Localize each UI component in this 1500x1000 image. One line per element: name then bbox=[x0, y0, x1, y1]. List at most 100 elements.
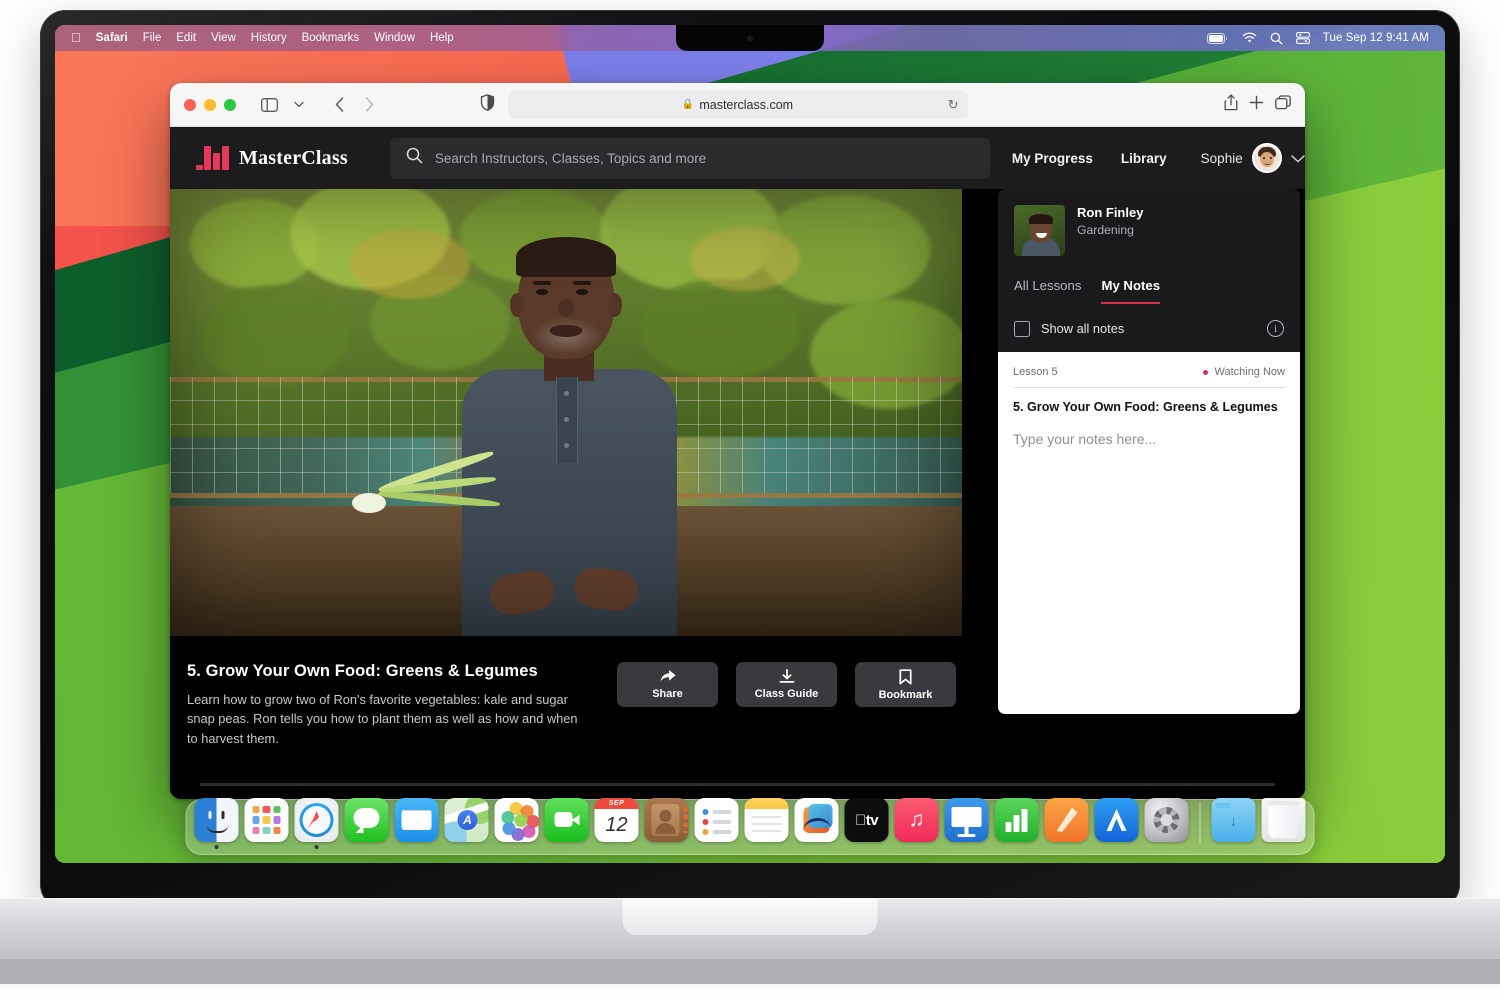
window-controls bbox=[184, 99, 236, 111]
lesson-title: 5. Grow Your Own Food: Greens & Legumes bbox=[187, 662, 587, 681]
minimize-button[interactable] bbox=[204, 99, 216, 111]
menubar-item-bookmarks[interactable]: Bookmarks bbox=[302, 32, 360, 44]
battery-icon[interactable] bbox=[1207, 33, 1229, 44]
keynote-icon bbox=[945, 798, 989, 842]
masterclass-page: MasterClass Search Instructors, Classes,… bbox=[170, 127, 1305, 799]
dock-item-music[interactable]: ♫ bbox=[895, 798, 939, 849]
dock-item-photos[interactable] bbox=[495, 798, 539, 849]
dock-item-downloads[interactable]: ↓ bbox=[1212, 798, 1256, 849]
note-editor[interactable]: Lesson 5 Watching Now 5. Grow Your Own F… bbox=[998, 352, 1300, 714]
menubar-item-history[interactable]: History bbox=[251, 32, 287, 44]
menubar-clock[interactable]: Tue Sep 12 9:41 AM bbox=[1323, 32, 1429, 44]
share-label: Share bbox=[652, 688, 683, 700]
site-nav: My Progress Library Sophie bbox=[1012, 143, 1305, 173]
menubar-item-safari[interactable]: Safari bbox=[96, 32, 128, 44]
bookmark-button[interactable]: Bookmark bbox=[855, 662, 956, 707]
downloads-folder-icon: ↓ bbox=[1212, 798, 1256, 842]
dock-item-apple-tv[interactable]: tv bbox=[845, 798, 889, 849]
dock-item-facetime[interactable] bbox=[545, 798, 589, 849]
horizontal-scrollbar[interactable] bbox=[200, 783, 1275, 786]
nav-item-my-progress[interactable]: My Progress bbox=[1012, 151, 1093, 166]
dock-item-calendar[interactable]: SEP 12 bbox=[595, 798, 639, 849]
forward-arrow-icon[interactable] bbox=[356, 93, 382, 117]
dock-item-numbers[interactable] bbox=[995, 798, 1039, 849]
maximize-button[interactable] bbox=[224, 99, 236, 111]
site-header: MasterClass Search Instructors, Classes,… bbox=[170, 127, 1305, 189]
dock-item-finder[interactable] bbox=[195, 798, 239, 849]
tab-all-lessons[interactable]: All Lessons bbox=[1014, 278, 1081, 304]
show-all-notes-checkbox[interactable] bbox=[1014, 321, 1030, 337]
dock-item-mail[interactable] bbox=[395, 798, 439, 849]
mail-icon bbox=[395, 798, 439, 842]
bookmark-icon bbox=[899, 669, 912, 685]
dock-item-reminders[interactable] bbox=[695, 798, 739, 849]
macos-dock: A bbox=[186, 799, 1315, 855]
instructor-header: Ron Finley Gardening bbox=[998, 189, 1300, 256]
address-bar[interactable]: 🔒 masterclass.com ↻ bbox=[508, 91, 968, 119]
lesson-info: 5. Grow Your Own Food: Greens & Legumes … bbox=[170, 636, 962, 748]
search-icon[interactable] bbox=[1270, 32, 1283, 45]
instructor-category: Gardening bbox=[1077, 223, 1143, 237]
masterclass-logo[interactable]: MasterClass bbox=[196, 146, 348, 170]
tab-overview-icon[interactable] bbox=[1275, 95, 1291, 115]
note-input-placeholder[interactable]: Type your notes here... bbox=[1013, 431, 1285, 447]
search-icon bbox=[406, 147, 423, 169]
sidebar-toggle-icon[interactable] bbox=[256, 93, 282, 117]
user-name: Sophie bbox=[1201, 151, 1243, 166]
laptop-screen:  Safari File Edit View History Bookmark… bbox=[55, 25, 1445, 863]
dock-item-pages[interactable] bbox=[1045, 798, 1089, 849]
page-body: 5. Grow Your Own Food: Greens & Legumes … bbox=[170, 189, 1305, 799]
tab-my-notes[interactable]: My Notes bbox=[1101, 278, 1160, 304]
avatar[interactable] bbox=[1252, 143, 1282, 173]
back-arrow-icon[interactable] bbox=[326, 93, 352, 117]
nav-item-library[interactable]: Library bbox=[1121, 151, 1167, 166]
system-settings-icon bbox=[1145, 798, 1189, 842]
launchpad-icon bbox=[245, 798, 289, 842]
dock-item-contacts[interactable] bbox=[645, 798, 689, 849]
dock-item-messages[interactable] bbox=[345, 798, 389, 849]
watching-now-badge: Watching Now bbox=[1203, 366, 1285, 378]
chevron-down-icon[interactable] bbox=[286, 93, 312, 117]
share-icon[interactable] bbox=[1224, 94, 1238, 116]
dock-item-trash[interactable] bbox=[1262, 798, 1306, 849]
chevron-down-icon[interactable] bbox=[1291, 151, 1305, 166]
dock-item-system-settings[interactable] bbox=[1145, 798, 1189, 849]
laptop-base-notch bbox=[623, 899, 878, 935]
music-icon: ♫ bbox=[895, 798, 939, 842]
safari-window: 🔒 masterclass.com ↻ bbox=[170, 83, 1305, 799]
screenshot-root:  Safari File Edit View History Bookmark… bbox=[0, 0, 1500, 1000]
menubar-item-edit[interactable]: Edit bbox=[176, 32, 196, 44]
user-menu[interactable]: Sophie bbox=[1201, 143, 1305, 173]
note-meta: Lesson 5 Watching Now bbox=[1013, 366, 1285, 388]
reload-icon[interactable]: ↻ bbox=[948, 97, 959, 113]
share-button[interactable]: Share bbox=[617, 662, 718, 707]
plus-icon[interactable] bbox=[1249, 95, 1264, 115]
control-center-icon[interactable] bbox=[1296, 32, 1310, 44]
dock-item-safari[interactable] bbox=[295, 798, 339, 849]
menubar-item-help[interactable]: Help bbox=[430, 32, 454, 44]
dock-item-maps[interactable]: A bbox=[445, 798, 489, 849]
dock-item-launchpad[interactable] bbox=[245, 798, 289, 849]
dock-item-app-store[interactable] bbox=[1095, 798, 1139, 849]
laptop-base bbox=[0, 898, 1500, 984]
dock-item-freeform[interactable] bbox=[795, 798, 839, 849]
search-input[interactable]: Search Instructors, Classes, Topics and … bbox=[390, 138, 990, 179]
menubar-item-view[interactable]: View bbox=[211, 32, 236, 44]
apple-logo-icon[interactable]:  bbox=[71, 31, 81, 44]
dock-item-notes[interactable] bbox=[745, 798, 789, 849]
privacy-shield-icon[interactable] bbox=[480, 94, 495, 116]
close-button[interactable] bbox=[184, 99, 196, 111]
finder-icon bbox=[195, 798, 239, 842]
menubar-item-file[interactable]: File bbox=[143, 32, 162, 44]
safari-toolbar: 🔒 masterclass.com ↻ bbox=[170, 83, 1305, 127]
lesson-video-player[interactable] bbox=[170, 189, 962, 636]
instructor-name: Ron Finley bbox=[1077, 205, 1143, 220]
menubar-item-window[interactable]: Window bbox=[374, 32, 415, 44]
info-icon[interactable]: i bbox=[1267, 320, 1284, 337]
class-guide-label: Class Guide bbox=[755, 688, 819, 700]
wifi-icon[interactable] bbox=[1242, 32, 1257, 44]
dock-item-keynote[interactable] bbox=[945, 798, 989, 849]
messages-icon bbox=[345, 798, 389, 842]
class-guide-button[interactable]: Class Guide bbox=[736, 662, 837, 707]
numbers-icon bbox=[995, 798, 1039, 842]
